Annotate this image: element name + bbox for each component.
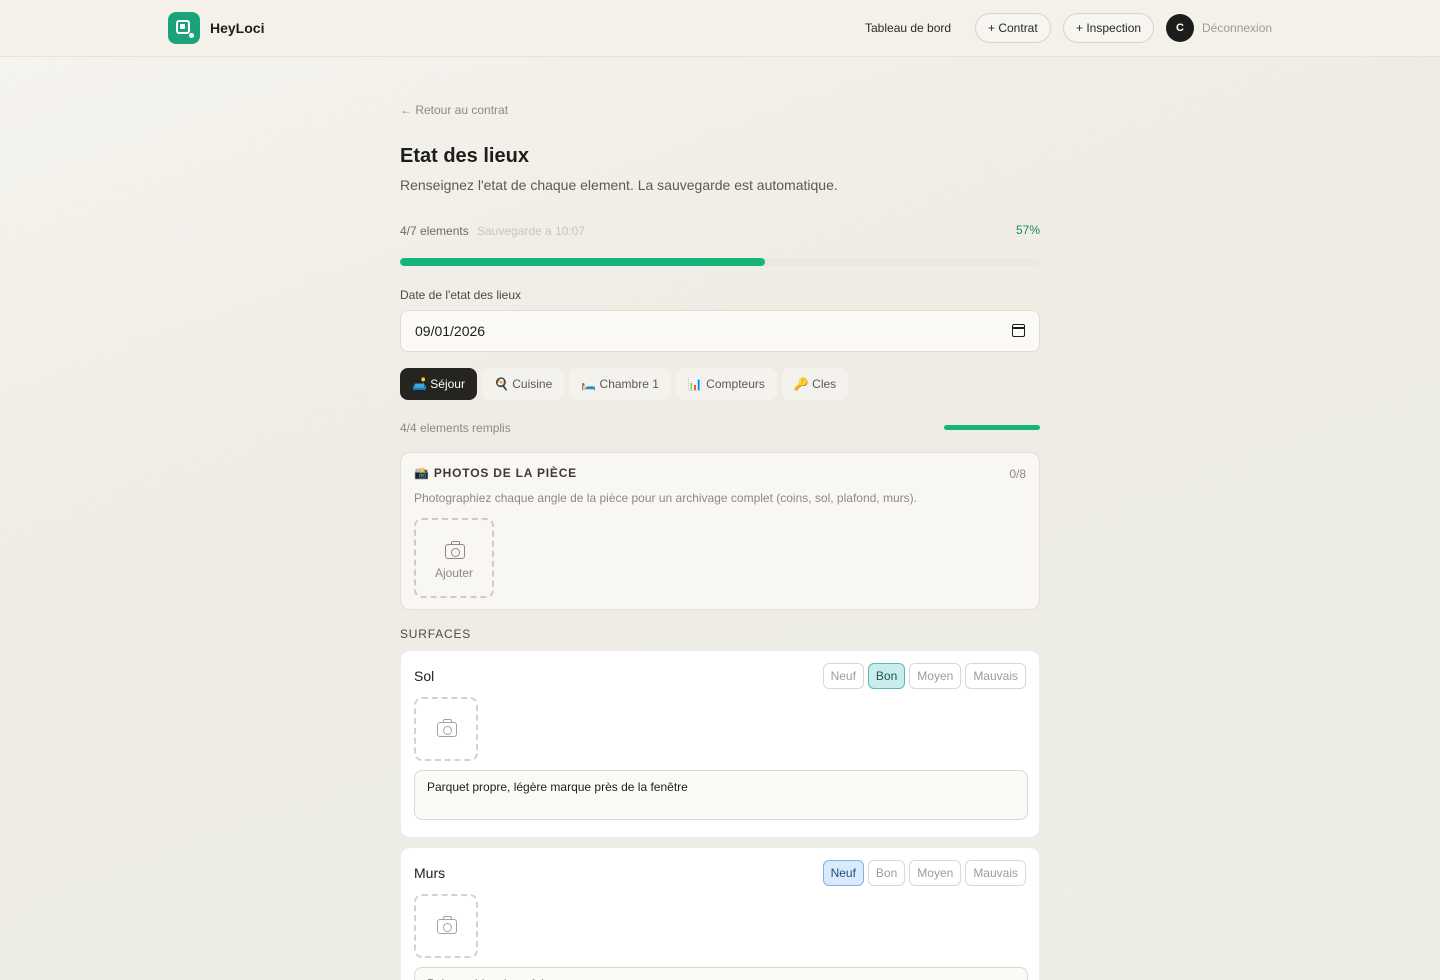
date-value: 09/01/2026 xyxy=(415,323,486,339)
logout-link[interactable]: Déconnexion xyxy=(1202,21,1272,35)
camera-icon xyxy=(445,541,465,559)
section-surfaces-label: SURFACES xyxy=(400,627,472,641)
inspection-date-input[interactable]: 09/01/2026 xyxy=(400,310,1040,352)
state-moyen-button[interactable]: Moyen xyxy=(909,860,962,886)
state-mauvais-button[interactable]: Mauvais xyxy=(965,663,1026,689)
state-neuf-button[interactable]: Neuf xyxy=(822,860,864,886)
element-photo-button[interactable] xyxy=(414,697,478,761)
condition-selector: Neuf Bon Moyen Mauvais xyxy=(822,860,1026,886)
save-status: Sauvegarde a 10:07 xyxy=(477,224,586,238)
tab-sejour[interactable]: 🛋️ Séjour xyxy=(400,368,477,400)
camera-icon xyxy=(437,916,457,934)
page-title: Etat des lieux xyxy=(400,145,529,167)
add-photo-label: Ajouter xyxy=(434,566,474,580)
state-neuf-button[interactable]: Neuf xyxy=(822,663,864,689)
element-note-textarea[interactable]: Peinture blanche refaite xyxy=(414,967,1028,980)
page-subtitle: Renseignez l'etat de chaque element. La … xyxy=(400,177,838,193)
tab-chambre-1[interactable]: 🛏️ Chambre 1 xyxy=(569,368,671,400)
element-name: Sol xyxy=(414,668,435,684)
state-moyen-button[interactable]: Moyen xyxy=(909,663,962,689)
user-avatar[interactable]: C xyxy=(1166,14,1194,42)
date-label: Date de l'etat des lieux xyxy=(400,288,522,302)
photos-title: 📸 PHOTOS DE LA PIÈCE xyxy=(414,466,577,480)
brand-name[interactable]: HeyLoci xyxy=(210,20,264,36)
overall-progress-fill xyxy=(400,258,765,266)
tab-cuisine[interactable]: 🍳 Cuisine xyxy=(481,368,565,400)
new-inspection-button[interactable]: + Inspection xyxy=(1063,13,1155,43)
calendar-icon[interactable] xyxy=(1012,324,1025,337)
overall-progress-bar xyxy=(400,258,1040,266)
state-mauvais-button[interactable]: Mauvais xyxy=(965,860,1026,886)
state-bon-button[interactable]: Bon xyxy=(867,860,906,886)
element-card-sol: Sol Neuf Bon Moyen Mauvais Parquet propr… xyxy=(400,650,1040,838)
top-navigation-bar: HeyLoci Tableau de bord + Contrat + Insp… xyxy=(0,0,1440,57)
progress-percent: 57% xyxy=(1016,223,1041,237)
add-photo-button[interactable]: Ajouter xyxy=(414,518,494,598)
element-note-textarea[interactable]: Parquet propre, légère marque près de la… xyxy=(414,770,1028,820)
room-tabs: 🛋️ Séjour 🍳 Cuisine 🛏️ Chambre 1 📊 Compt… xyxy=(400,368,849,400)
element-name: Murs xyxy=(414,865,446,881)
tab-compteurs[interactable]: 📊 Compteurs xyxy=(675,368,777,400)
state-bon-button[interactable]: Bon xyxy=(867,663,906,689)
camera-icon xyxy=(437,719,457,737)
back-to-contract-link[interactable]: ← Retour au contrat xyxy=(400,103,508,117)
photos-description: Photographiez chaque angle de la pièce p… xyxy=(414,491,917,505)
room-filled-count: 4/4 elements remplis xyxy=(400,421,511,435)
new-contract-button[interactable]: + Contrat xyxy=(975,13,1051,43)
element-photo-button[interactable] xyxy=(414,894,478,958)
tab-cles[interactable]: 🔑 Cles xyxy=(781,368,849,400)
dashboard-link[interactable]: Tableau de bord xyxy=(865,21,951,35)
element-card-murs: Murs Neuf Bon Moyen Mauvais Peinture bla… xyxy=(400,847,1040,980)
room-progress-bar xyxy=(944,425,1040,430)
elements-count: 4/7 elements xyxy=(400,224,469,238)
room-photos-card: 📸 PHOTOS DE LA PIÈCE 0/8 Photographiez c… xyxy=(400,452,1040,610)
heyloci-logo-icon[interactable] xyxy=(168,12,200,44)
photos-count: 0/8 xyxy=(1009,467,1026,481)
condition-selector: Neuf Bon Moyen Mauvais xyxy=(822,663,1026,689)
